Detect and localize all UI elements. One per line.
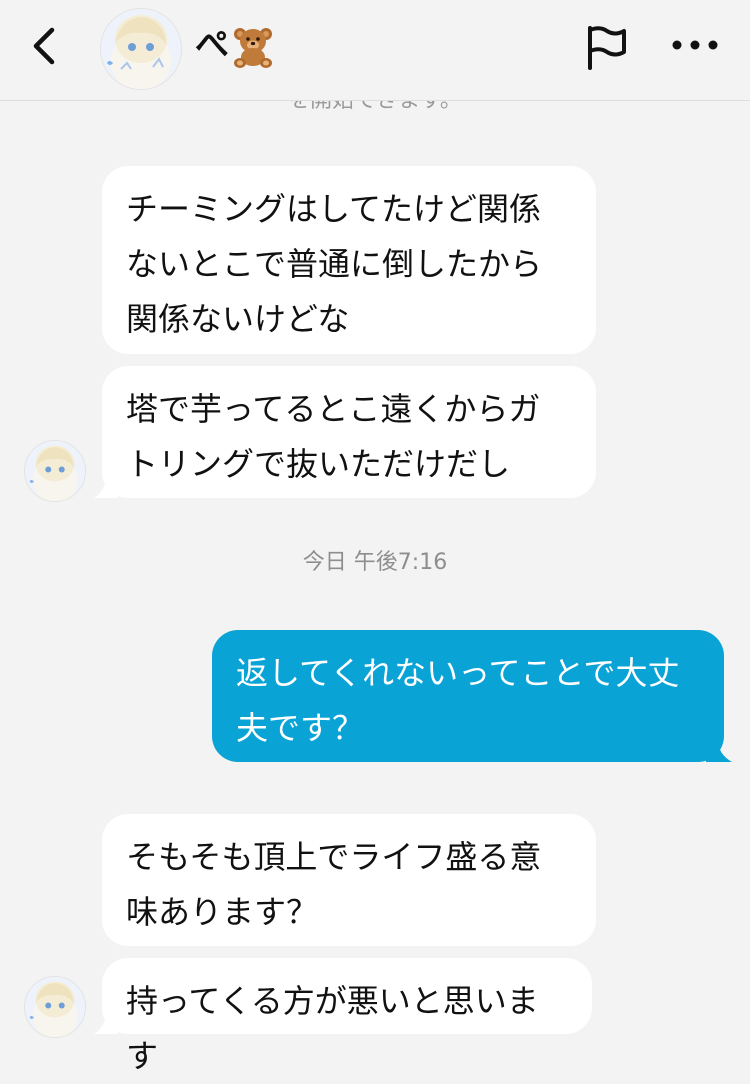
outgoing-message-bubble[interactable]: 返してくれないってことで大丈夫です？ (212, 630, 724, 762)
chat-header: ぺ (0, 0, 750, 101)
chevron-left-icon (33, 27, 55, 65)
contact-avatar-small[interactable] (24, 976, 86, 1038)
more-options-button[interactable] (668, 32, 722, 58)
bubble-tail (706, 740, 732, 762)
contact-avatar-small[interactable] (24, 440, 86, 502)
contact-name: ぺ (195, 20, 275, 70)
report-flag-button[interactable] (582, 22, 630, 74)
incoming-message-bubble[interactable]: チーミングはしてたけど関係ないとこで普通に倒したから関係ないけどな (102, 166, 596, 354)
message-timestamp: 今日 午後7:16 (302, 550, 448, 575)
contact-avatar[interactable] (100, 8, 182, 90)
bubble-tail (94, 476, 118, 498)
back-button[interactable] (22, 22, 66, 70)
bubble-tail (94, 1012, 118, 1034)
flag-icon (588, 26, 626, 70)
teddy-bear-icon (234, 27, 272, 68)
contact-name-text: ぺ (195, 25, 229, 65)
incoming-message-bubble[interactable]: 塔で芋ってるとこ遠くからガトリングで抜いただけだし (102, 366, 596, 498)
incoming-message-bubble[interactable]: 持ってくる方が悪いと思います (102, 958, 592, 1075)
incoming-message-bubble[interactable]: そもそも頂上でライフ盛る意味あります？ (102, 814, 596, 946)
more-dots-icon (672, 40, 718, 50)
